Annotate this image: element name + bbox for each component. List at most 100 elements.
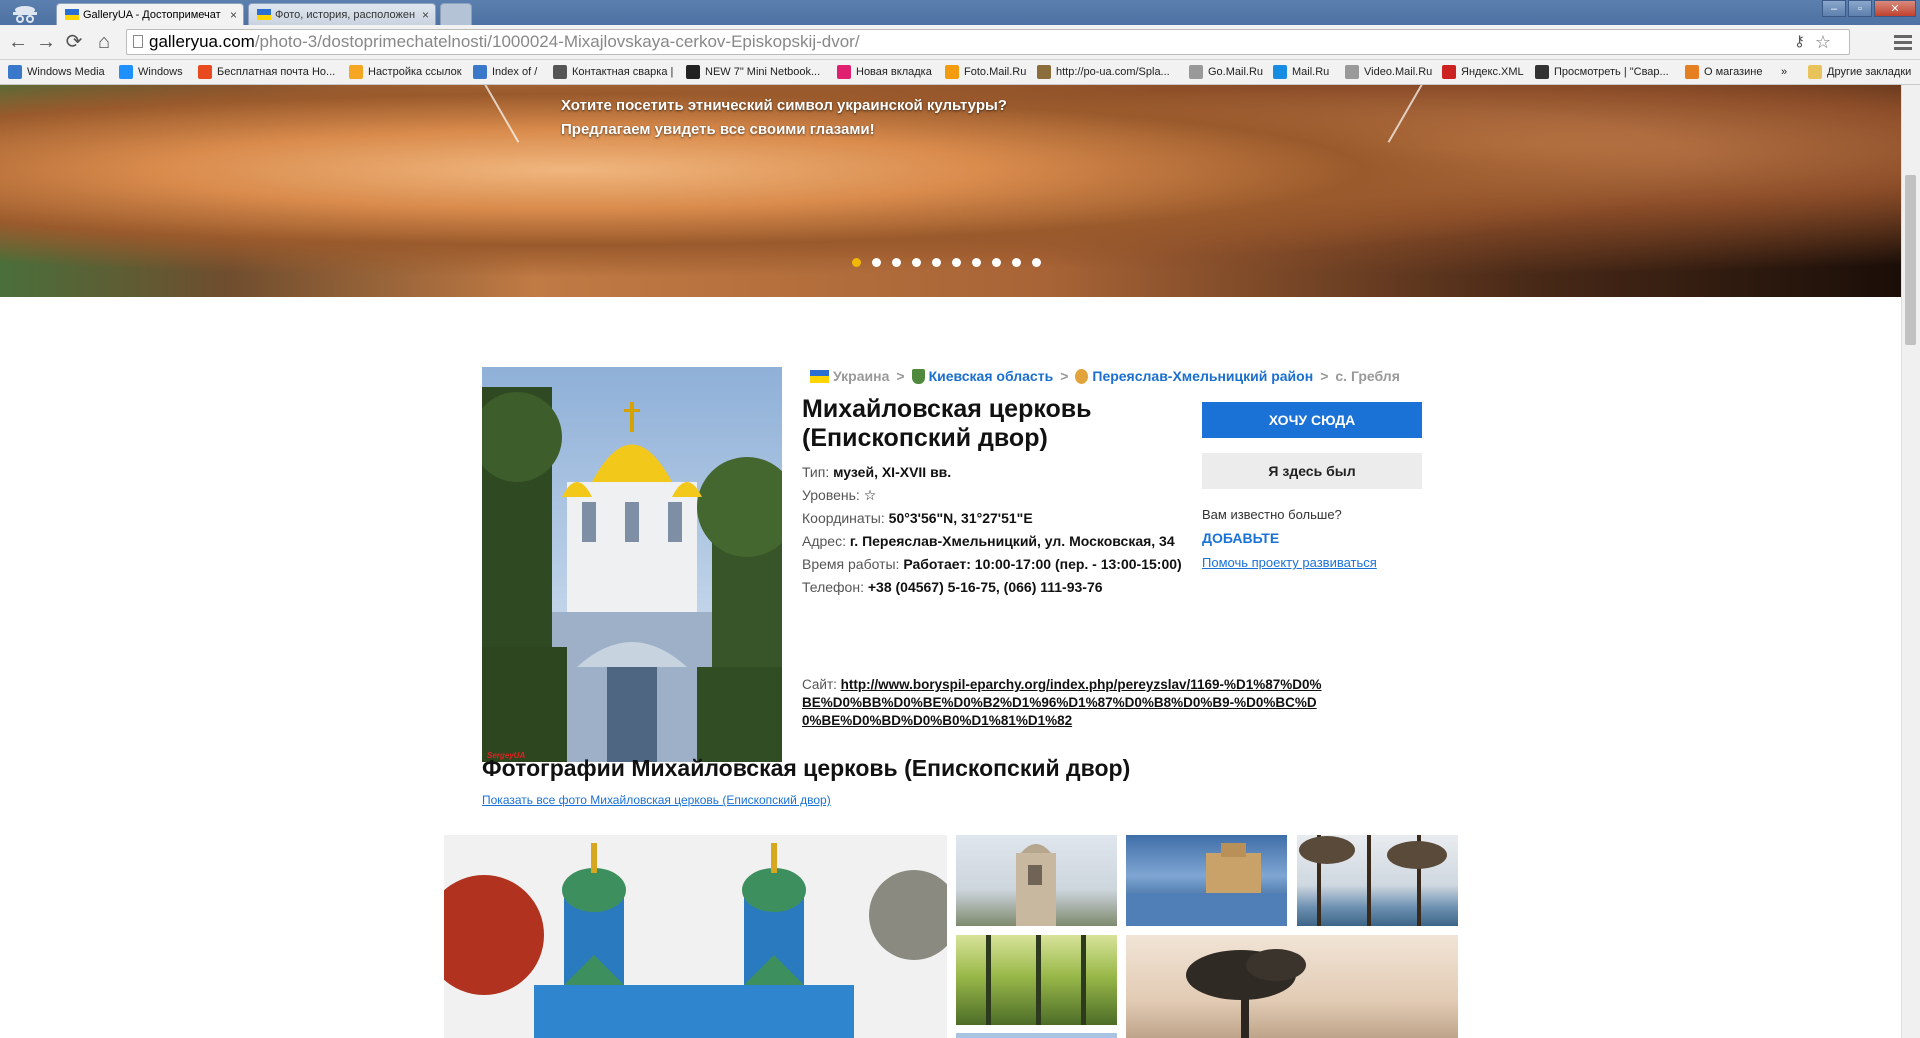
page-scrollbar[interactable] [1901, 85, 1920, 1038]
bookmark-item[interactable]: Mail.Ru [1273, 60, 1329, 84]
bell-tower-illustration [1016, 844, 1056, 926]
tab-close-icon[interactable]: × [230, 4, 237, 25]
wooden-church-illustration [444, 835, 947, 1038]
tab-title: GalleryUA - Достопримечат [83, 9, 221, 21]
bookmark-item[interactable]: http://po-ua.com/Spla... [1037, 60, 1170, 84]
bookmark-item[interactable]: Яндекс.XML [1442, 60, 1524, 84]
home-icon[interactable]: ⌂ [92, 30, 116, 54]
bookmark-item[interactable]: Настройка ссылок [349, 60, 462, 84]
gallery-photo-wooden-church[interactable] [444, 835, 947, 1038]
prop-coords-label: Координаты: [802, 510, 885, 526]
minimize-button[interactable]: – [1822, 0, 1846, 17]
bookmarks-bar: Windows Media Windows Бесплатная почта H… [0, 60, 1920, 85]
bookmark-item[interactable]: О магазине [1685, 60, 1762, 84]
scrollbar-thumb[interactable] [1905, 175, 1916, 345]
prop-address: Адрес: г. Переяслав-Хмельницкий, ул. Мос… [802, 530, 1182, 553]
breadcrumb-village[interactable]: с. Гребля [1335, 368, 1399, 384]
bookmark-label: Foto.Mail.Ru [964, 66, 1027, 78]
bookmark-item[interactable]: Go.Mail.Ru [1189, 60, 1263, 84]
gallery-photo-winter-trees[interactable] [1297, 835, 1458, 926]
level-star-icon: ☆ [863, 487, 877, 503]
bookmark-icon [349, 65, 363, 79]
slider-dot[interactable] [952, 258, 961, 267]
bookmark-label: Просмотреть | "Свар... [1554, 66, 1669, 78]
show-all-photos-link[interactable]: Показать все фото Михайловская церковь (… [482, 793, 831, 807]
bookmark-icon [473, 65, 487, 79]
new-tab-button[interactable] [440, 3, 472, 25]
slider-dot[interactable] [1032, 258, 1041, 267]
gallery-photo-grove[interactable] [956, 935, 1117, 1025]
prop-phone-label: Телефон: [802, 579, 864, 595]
hero-decoration [482, 85, 520, 143]
address-bar[interactable]: galleryua.com/photo-3/dostoprimechatelno… [126, 29, 1850, 55]
breadcrumb-separator: > [896, 368, 905, 384]
winter-trees-illustration [1299, 835, 1447, 926]
main-church-photo[interactable]: SergeyUA [482, 367, 782, 762]
breadcrumb-country[interactable]: Украина [833, 368, 889, 384]
tab-close-icon[interactable]: × [422, 4, 429, 25]
browser-toolbar: ← → ⟳ ⌂ galleryua.com/photo-3/dostoprime… [0, 25, 1920, 60]
menu-icon[interactable] [1894, 32, 1912, 54]
been-here-button[interactable]: Я здесь был [1202, 453, 1422, 489]
slider-dot-active[interactable] [852, 258, 861, 267]
incognito-icon [13, 6, 37, 23]
slider-dot[interactable] [992, 258, 1001, 267]
bookmark-item[interactable]: Новая вкладка [837, 60, 932, 84]
back-arrow-icon[interactable]: ← [6, 30, 30, 54]
bookmark-icon [1345, 65, 1359, 79]
forward-arrow-icon[interactable]: → [34, 30, 58, 54]
bookmark-item[interactable]: Просмотреть | "Свар... [1535, 60, 1669, 84]
bookmark-item[interactable]: Index of / [473, 60, 537, 84]
bookmark-icon [1535, 65, 1549, 79]
slider-dot[interactable] [932, 258, 941, 267]
bookmark-item[interactable]: Контактная сварка | [553, 60, 673, 84]
district-coat-of-arms-icon [1075, 368, 1089, 384]
page-icon [133, 35, 143, 48]
hero-slider[interactable]: Хотите посетить этнический символ украин… [0, 85, 1902, 297]
slider-dot[interactable] [892, 258, 901, 267]
bookmark-icon [945, 65, 959, 79]
prop-type-value: музей, XI-XVII вв. [833, 464, 952, 480]
reload-icon[interactable]: ⟳ [62, 30, 86, 54]
gallery-photo-ruin-by-water[interactable] [1126, 835, 1287, 926]
close-window-button[interactable]: ✕ [1874, 0, 1916, 17]
tab-foto-history[interactable]: Фото, история, расположен × [248, 3, 436, 25]
breadcrumb-district[interactable]: Переяслав-Хмельницкий район [1092, 368, 1313, 384]
ua-flag-icon [257, 9, 271, 20]
region-coat-of-arms-icon [911, 368, 925, 384]
bookmarks-more-button[interactable]: » [1781, 60, 1787, 84]
lone-tree-illustration [1186, 949, 1306, 1038]
bookmark-item[interactable]: Windows [119, 60, 183, 84]
slider-dot[interactable] [972, 258, 981, 267]
site-link[interactable]: http://www.boryspil-eparchy.org/index.ph… [802, 677, 1322, 728]
bookmark-item[interactable]: Video.Mail.Ru [1345, 60, 1432, 84]
prop-coords-value: 50°3'56"N, 31°27'51"E [888, 510, 1033, 526]
bookmark-label: http://po-ua.com/Spla... [1056, 66, 1170, 78]
key-icon[interactable]: ⚷ [1794, 30, 1805, 54]
prop-address-value: г. Переяслав-Хмельницкий, ул. Московская… [849, 533, 1175, 549]
tab-galleryua[interactable]: GalleryUA - Достопримечат × [56, 3, 244, 25]
photos-section-title: Фотографии Михайловская церковь (Епископ… [482, 755, 1131, 781]
bookmark-label: Windows Media [27, 66, 105, 78]
bookmark-star-icon[interactable]: ☆ [1815, 30, 1831, 54]
slider-dots [852, 258, 1052, 267]
slider-dot[interactable] [872, 258, 881, 267]
bookmark-item[interactable]: Foto.Mail.Ru [945, 60, 1026, 84]
hero-decoration [1387, 85, 1425, 143]
url-path: /photo-3/dostoprimechatelnosti/1000024-M… [254, 32, 860, 51]
bookmark-item[interactable]: Windows Media [8, 60, 105, 84]
slider-dot[interactable] [1012, 258, 1021, 267]
add-info-link[interactable]: ДОБАВЬТЕ [1202, 530, 1279, 546]
gallery-photo-bell-tower[interactable] [956, 835, 1117, 926]
other-bookmarks[interactable]: Другие закладки [1808, 60, 1911, 84]
breadcrumb-region[interactable]: Киевская область [929, 368, 1054, 384]
gallery-photo-lone-tree[interactable] [1126, 935, 1458, 1038]
bookmark-item[interactable]: NEW 7" Mini Netbook... [686, 60, 820, 84]
bookmark-item[interactable]: Бесплатная почта Ho... [198, 60, 335, 84]
gallery-photo-partial[interactable] [956, 1033, 1117, 1038]
slider-dot[interactable] [912, 258, 921, 267]
maximize-button[interactable]: ▫ [1848, 0, 1872, 17]
breadcrumb-separator: > [1320, 368, 1329, 384]
help-project-link[interactable]: Помочь проекту развиваться [1202, 555, 1377, 570]
want-to-visit-button[interactable]: ХОЧУ СЮДА [1202, 402, 1422, 438]
